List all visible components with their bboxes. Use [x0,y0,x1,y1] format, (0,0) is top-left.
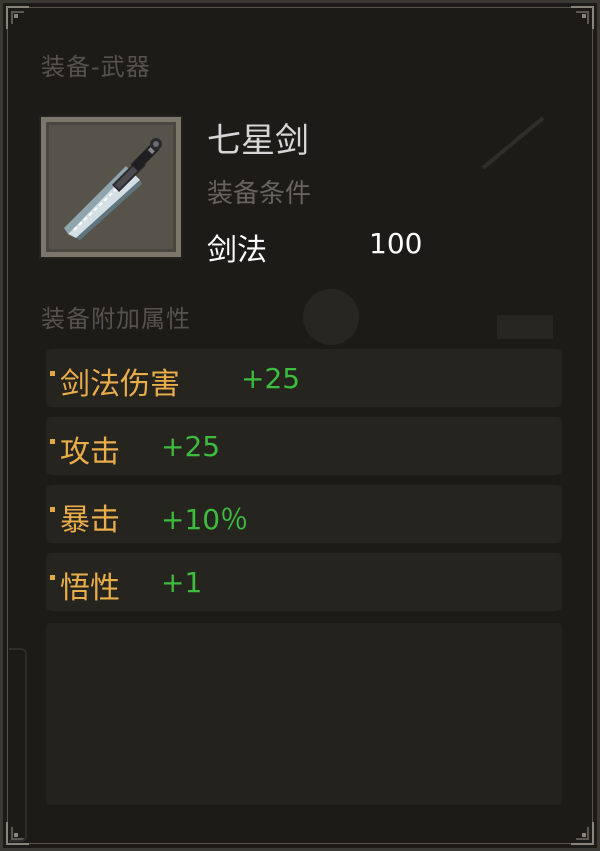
sword-icon [64,138,162,240]
attribute-name: 剑法伤害 [60,367,180,402]
corner-ornament-icon [569,820,595,846]
bullet-icon [50,507,55,512]
corner-ornament-icon [569,5,595,31]
attributes-title: 装备附加属性 [41,305,191,333]
background-emblem-icon [303,289,359,345]
item-category: 装备-武器 [41,53,151,81]
attribute-value: +25 [241,362,301,395]
attribute-value: +25 [161,430,221,463]
item-name: 七星剑 [207,121,309,161]
item-tooltip-panel: 装备-武器 七星剑 装备条件 剑法 100 装备附加属性 剑法伤害 +25 攻击 [0,0,600,851]
side-ornament [9,648,27,842]
attribute-value: +1 [161,566,203,599]
requirement-title: 装备条件 [207,179,312,209]
bullet-icon [50,371,55,376]
attribute-row: 悟性 +1 [46,553,562,611]
requirement-value: 100 [369,227,423,260]
background-sword-silhouette-icon [481,116,545,170]
attribute-value: +10％ [161,503,249,536]
corner-ornament-icon [5,5,31,31]
item-icon-slot [41,117,181,257]
background-tag-icon [497,315,553,339]
attribute-row: 暴击 +10％ [46,485,562,543]
attribute-row: 剑法伤害 +25 [46,349,562,407]
item-description-area [46,623,562,805]
requirement-skill: 剑法 [207,233,267,268]
attribute-name: 悟性 [60,571,120,606]
attribute-row: 攻击 +25 [46,417,562,475]
bullet-icon [50,575,55,580]
attribute-name: 攻击 [60,435,120,470]
bullet-icon [50,439,55,444]
attribute-name: 暴击 [60,503,120,538]
